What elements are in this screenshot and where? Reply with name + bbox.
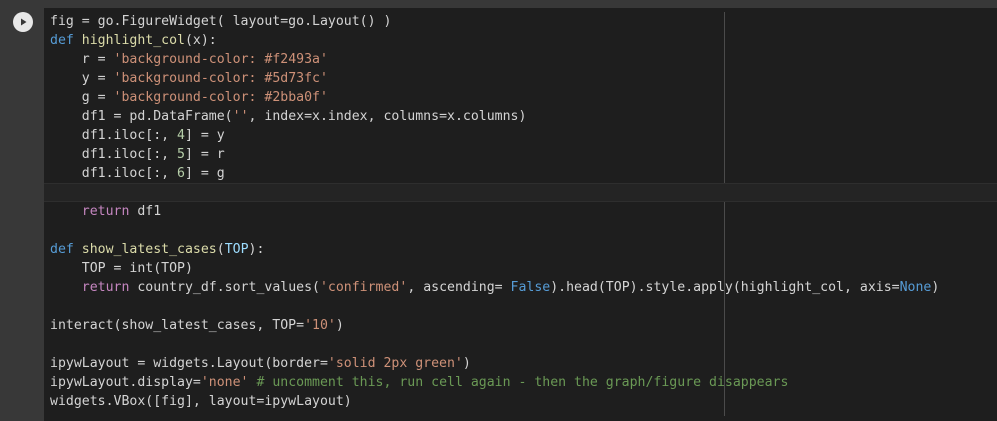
code-token: df1 = pd.DataFrame( bbox=[50, 109, 233, 124]
cell-gutter bbox=[0, 0, 44, 421]
code-token: def bbox=[50, 33, 82, 48]
code-token: df1.iloc[:, bbox=[50, 147, 178, 162]
code-token: country_df.sort_values( bbox=[129, 280, 320, 295]
code-line[interactable]: df1 = pd.DataFrame('', index=x.index, co… bbox=[44, 107, 997, 126]
code-token: df1.iloc[:, bbox=[50, 128, 178, 143]
code-token: TOP bbox=[224, 242, 249, 257]
code-line[interactable]: return df1 bbox=[44, 202, 997, 221]
code-line[interactable]: widgets.VBox([fig], layout=ipywLayout) bbox=[44, 392, 997, 411]
code-line[interactable]: return country_df.sort_values('confirmed… bbox=[44, 278, 997, 297]
code-line[interactable]: ipywLayout = widgets.Layout(border='soli… bbox=[44, 354, 997, 373]
code-token: ) bbox=[931, 280, 940, 295]
code-line[interactable] bbox=[44, 221, 997, 240]
code-line[interactable]: r = 'background-color: #f2493a' bbox=[44, 50, 997, 69]
code-token: ipywLayout = widgets.Layout(border= bbox=[50, 356, 328, 371]
code-line[interactable]: def highlight_col(x): bbox=[44, 31, 997, 50]
code-token: '10' bbox=[304, 318, 336, 333]
code-token: fig = go.FigureWidget( layout=go.Layout(… bbox=[50, 14, 392, 29]
code-line[interactable]: g = 'background-color: #2bba0f' bbox=[44, 88, 997, 107]
code-editor[interactable]: fig = go.FigureWidget( layout=go.Layout(… bbox=[44, 8, 997, 421]
code-line[interactable] bbox=[44, 335, 997, 354]
code-line[interactable]: df1.iloc[:, 4] = y bbox=[44, 126, 997, 145]
code-token: ] = g bbox=[185, 166, 225, 181]
code-token: 'solid 2px green' bbox=[327, 356, 463, 371]
code-line[interactable] bbox=[44, 297, 997, 316]
code-token: ( bbox=[216, 242, 225, 257]
code-token: g = bbox=[50, 90, 114, 105]
code-token: highlight_col bbox=[81, 33, 185, 48]
code-token: '' bbox=[232, 109, 249, 124]
code-token: ).head(TOP).style.apply(highlight_col, a… bbox=[550, 280, 900, 295]
code-token: TOP = int(TOP) bbox=[50, 261, 193, 276]
code-token: 'none' bbox=[200, 375, 249, 390]
code-token: ipywLayout.display= bbox=[50, 375, 201, 390]
code-token: 'background-color: #5d73fc' bbox=[113, 71, 328, 86]
code-token: ] = r bbox=[185, 147, 225, 162]
code-token: df1 bbox=[129, 204, 162, 219]
play-icon bbox=[21, 18, 27, 26]
code-token: return bbox=[81, 280, 130, 295]
code-token: show_latest_cases bbox=[81, 242, 217, 257]
code-token: def bbox=[50, 242, 82, 257]
run-cell-button[interactable] bbox=[13, 12, 33, 32]
code-token: widgets.VBox([fig], layout=ipywLayout) bbox=[50, 394, 352, 409]
code-token: y = bbox=[50, 71, 114, 86]
code-line[interactable]: y = 'background-color: #5d73fc' bbox=[44, 69, 997, 88]
code-token: False bbox=[510, 280, 551, 295]
code-line[interactable]: interact(show_latest_cases, TOP='10') bbox=[44, 316, 997, 335]
code-token: 5 bbox=[177, 147, 185, 162]
code-token: 'background-color: #f2493a' bbox=[113, 52, 328, 67]
code-token: 'confirmed' bbox=[319, 280, 408, 295]
code-line[interactable]: df1.iloc[:, 5] = r bbox=[44, 145, 997, 164]
code-line[interactable]: def show_latest_cases(TOP): bbox=[44, 240, 997, 259]
code-token: 'background-color: #2bba0f' bbox=[113, 90, 328, 105]
code-token: (x): bbox=[184, 33, 217, 48]
code-token: None bbox=[899, 280, 932, 295]
code-token: r = bbox=[50, 52, 114, 67]
code-line[interactable]: fig = go.FigureWidget( layout=go.Layout(… bbox=[44, 12, 997, 31]
code-cell[interactable]: fig = go.FigureWidget( layout=go.Layout(… bbox=[0, 0, 997, 421]
code-token: df1.iloc[:, bbox=[50, 166, 178, 181]
code-token: , ascending= bbox=[407, 280, 511, 295]
code-token: ) bbox=[335, 318, 344, 333]
code-token: interact(show_latest_cases, TOP= bbox=[50, 318, 305, 333]
code-token: ] = y bbox=[185, 128, 225, 143]
code-line[interactable]: TOP = int(TOP) bbox=[44, 259, 997, 278]
code-token: ) bbox=[462, 356, 471, 371]
code-token: ): bbox=[248, 242, 265, 257]
code-token: 6 bbox=[177, 166, 185, 181]
code-token: 4 bbox=[177, 128, 185, 143]
code-token: , index=x.index, columns=x.columns) bbox=[248, 109, 527, 124]
code-line[interactable] bbox=[44, 183, 997, 202]
code-line[interactable]: df1.iloc[:, 6] = g bbox=[44, 164, 997, 183]
code-token: return bbox=[81, 204, 130, 219]
code-line[interactable]: ipywLayout.display='none' # uncomment th… bbox=[44, 373, 997, 392]
code-token: # uncomment this, run cell again - then … bbox=[256, 375, 789, 390]
